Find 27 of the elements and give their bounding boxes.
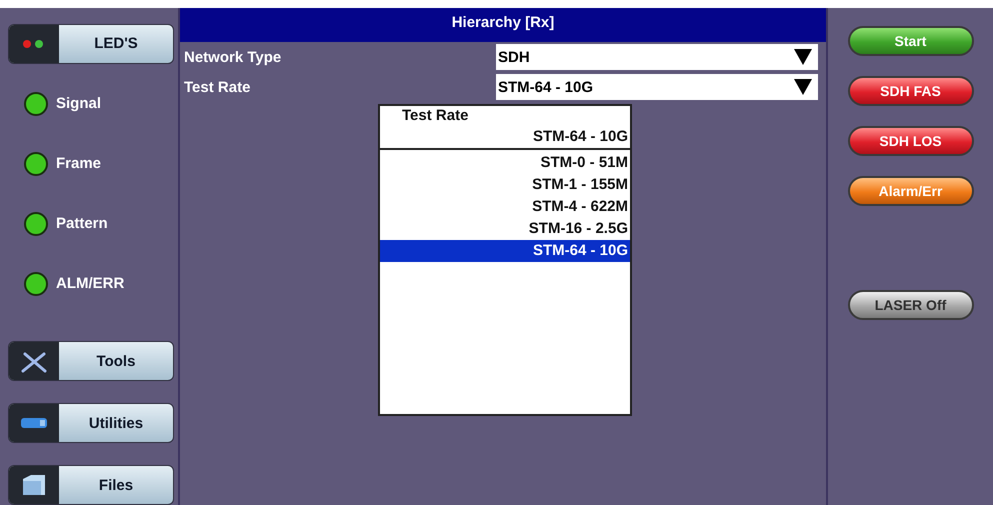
field-label: Test Rate <box>184 78 252 96</box>
led-label: Pattern <box>56 215 108 232</box>
list-option[interactable]: STM-4 - 622M <box>380 196 630 218</box>
nav-button[interactable]: Utilities <box>8 403 174 443</box>
dropdown-arrow-icon <box>794 49 812 65</box>
folder-icon <box>21 473 47 497</box>
field-label: Network Type <box>184 48 282 66</box>
list-option[interactable]: STM-16 - 2.5G <box>380 218 630 240</box>
list-option[interactable]: STM-64 - 10G <box>380 240 630 262</box>
nav-button[interactable]: Files <box>8 465 174 505</box>
dropdown-arrow-icon <box>794 79 812 95</box>
popup-title: Test Rate <box>401 106 470 126</box>
dropdown-field[interactable]: STM-64 - 10G <box>496 74 818 100</box>
action-button[interactable]: SDH LOS <box>848 126 974 156</box>
current-value: STM-64 - 10G <box>380 126 630 150</box>
device-icon <box>20 416 48 430</box>
led-label: Signal <box>56 95 102 112</box>
led-label: Frame <box>56 155 102 172</box>
list-option[interactable]: STM-0 - 51M <box>380 152 630 174</box>
led-label: ALM/ERR <box>56 275 124 292</box>
action-button[interactable]: LASER Off <box>848 290 974 320</box>
action-button[interactable]: SDH FAS <box>848 76 974 106</box>
panel-title: Hierarchy [Rx] <box>180 8 826 42</box>
nav-button[interactable]: Tools <box>8 341 174 381</box>
leds-button[interactable]: LED'S <box>8 24 174 64</box>
list-option[interactable]: STM-1 - 155M <box>380 174 630 196</box>
dropdown-field[interactable]: SDH <box>496 44 818 70</box>
